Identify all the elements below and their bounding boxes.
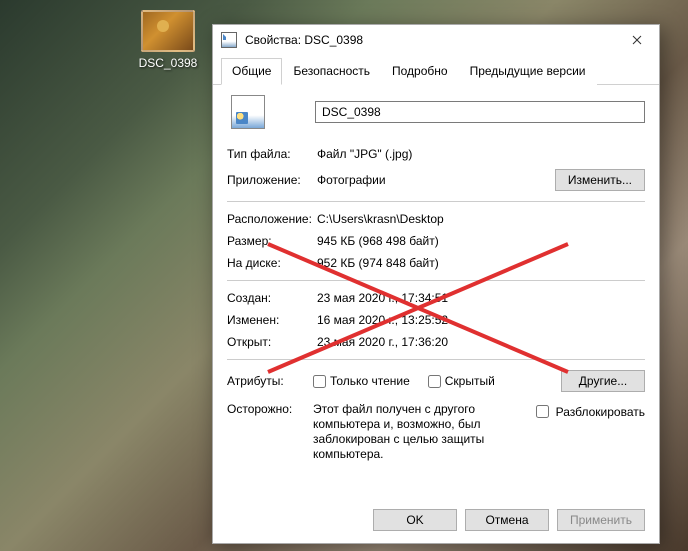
tab-bar: Общие Безопасность Подробно Предыдущие в… [213,55,659,85]
separator [227,280,645,281]
readonly-checkbox-input[interactable] [313,375,326,388]
tab-previous-versions[interactable]: Предыдущие версии [459,58,597,85]
filename-input[interactable] [315,101,645,123]
hidden-checkbox[interactable]: Скрытый [428,374,495,388]
properties-dialog: Свойства: DSC_0398 Общие Безопасность По… [212,24,660,544]
accessed-value: 23 мая 2020 г., 17:36:20 [317,335,645,349]
caution-label: Осторожно: [227,402,307,416]
tab-content: Тип файла: Файл "JPG" (.jpg) Приложение:… [213,85,659,499]
hidden-checkbox-label: Скрытый [445,374,495,388]
size-on-disk-label: На диске: [227,256,317,270]
unblock-checkbox[interactable]: Разблокировать [532,402,645,421]
created-value: 23 мая 2020 г., 17:34:51 [317,291,645,305]
ok-button[interactable]: OK [373,509,457,531]
caution-text: Этот файл получен с другого компьютера и… [313,402,526,462]
apply-button[interactable]: Применить [557,509,645,531]
unblock-checkbox-label: Разблокировать [556,405,645,419]
filetype-label: Тип файла: [227,147,317,161]
attributes-label: Атрибуты: [227,374,307,388]
app-value: Фотографии [317,173,555,187]
separator [227,359,645,360]
modified-value: 16 мая 2020 г., 13:25:52 [317,313,645,327]
close-button[interactable] [614,25,659,55]
titlebar[interactable]: Свойства: DSC_0398 [213,25,659,55]
size-on-disk-value: 952 КБ (974 848 байт) [317,256,645,270]
readonly-checkbox[interactable]: Только чтение [313,374,410,388]
other-attributes-button[interactable]: Другие... [561,370,645,392]
close-icon [632,35,642,45]
tab-security[interactable]: Безопасность [282,58,381,85]
unblock-checkbox-input[interactable] [536,405,549,418]
accessed-label: Открыт: [227,335,317,349]
change-app-button[interactable]: Изменить... [555,169,645,191]
file-label: DSC_0398 [132,56,204,70]
file-thumbnail [141,10,195,52]
location-label: Расположение: [227,212,317,226]
dialog-footer: OK Отмена Применить [213,499,659,543]
location-value: C:\Users\krasn\Desktop [317,212,645,226]
filetype-icon [231,95,265,129]
tab-details[interactable]: Подробно [381,58,459,85]
window-title: Свойства: DSC_0398 [245,33,614,47]
desktop-file-icon[interactable]: DSC_0398 [132,10,204,70]
hidden-checkbox-input[interactable] [428,375,441,388]
readonly-checkbox-label: Только чтение [330,374,410,388]
app-label: Приложение: [227,173,317,187]
separator [227,201,645,202]
size-value: 945 КБ (968 498 байт) [317,234,645,248]
modified-label: Изменен: [227,313,317,327]
filetype-value: Файл "JPG" (.jpg) [317,147,645,161]
tab-general[interactable]: Общие [221,58,282,85]
cancel-button[interactable]: Отмена [465,509,549,531]
created-label: Создан: [227,291,317,305]
window-icon [221,32,237,48]
size-label: Размер: [227,234,317,248]
